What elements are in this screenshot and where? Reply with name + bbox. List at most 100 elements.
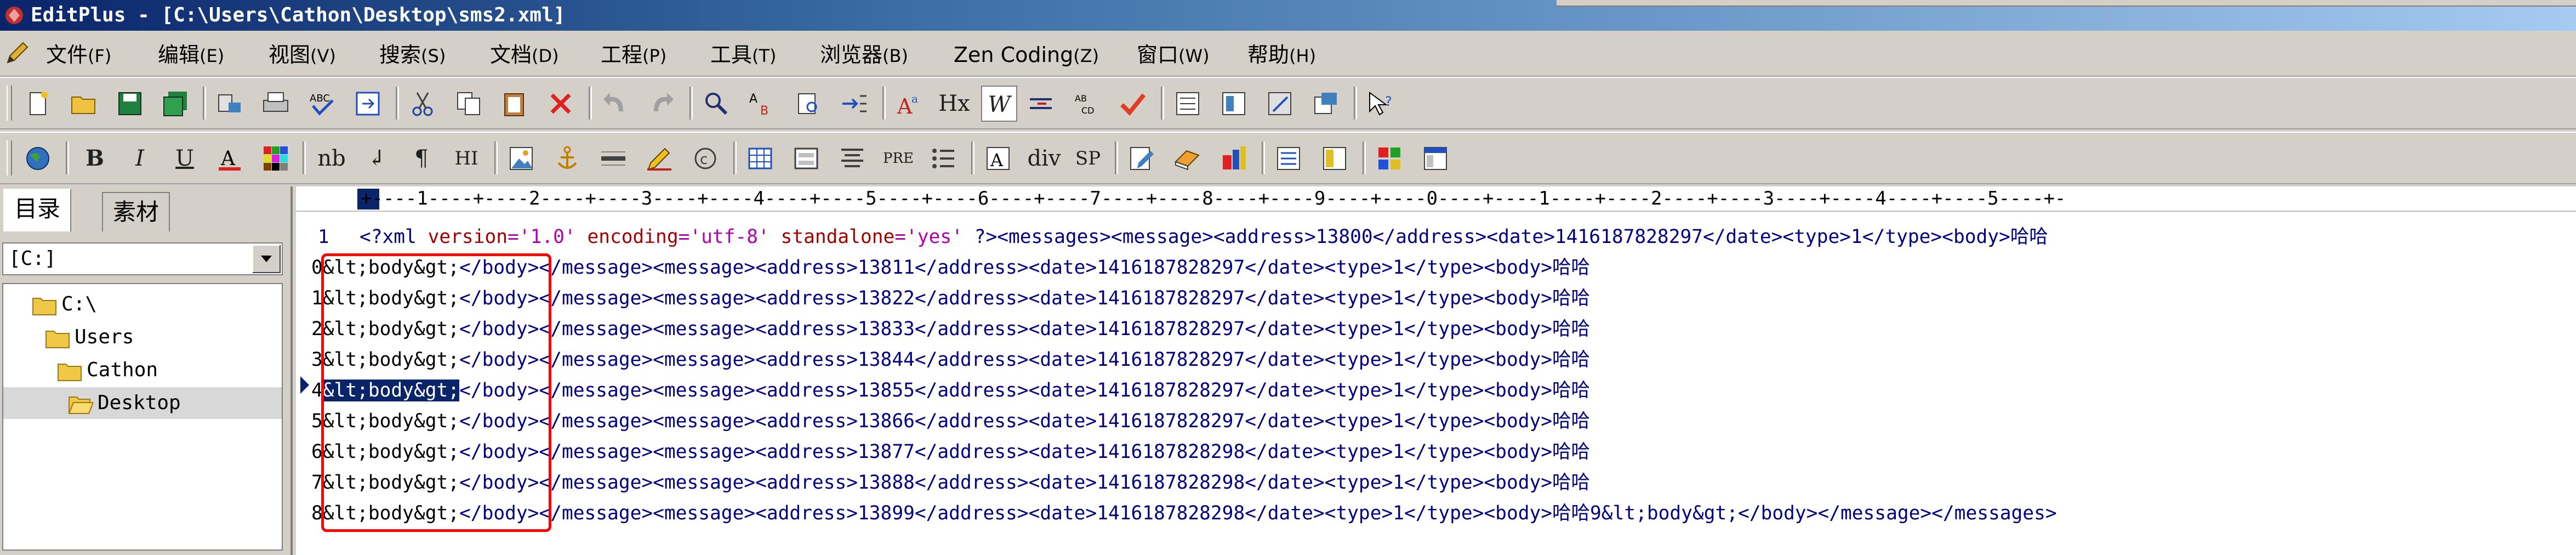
dropdown-arrow[interactable]	[252, 245, 281, 273]
menu-document[interactable]: 文档(D)	[490, 37, 559, 72]
directory-window-button[interactable]	[1170, 86, 1206, 122]
goto-line-button[interactable]	[836, 86, 873, 122]
horizontal-rule-button[interactable]	[595, 140, 631, 177]
redo-button[interactable]	[643, 86, 680, 122]
code-line[interactable]: 1&lt;body&gt;</body></message><message><…	[311, 283, 1590, 314]
word-wrap-button[interactable]: W	[981, 86, 1017, 122]
svg-text:A: A	[749, 92, 757, 106]
find-in-files-button[interactable]	[790, 86, 827, 122]
menu-zen-coding[interactable]: Zen Coding(Z)	[954, 37, 1099, 72]
floppy-icon	[118, 92, 141, 115]
copy-button[interactable]	[451, 86, 487, 122]
html-toolbar-button[interactable]	[1170, 140, 1206, 177]
code-line[interactable]: 3&lt;body&gt;</body></message><message><…	[311, 344, 1590, 375]
menu-window[interactable]: 窗口(W)	[1137, 37, 1210, 72]
spell-check-button[interactable]: ABC	[304, 86, 340, 122]
attribute-button[interactable]: A	[980, 140, 1016, 177]
tree-item-c-drive[interactable]: C:\	[32, 288, 97, 320]
menu-browser[interactable]: 浏览器(B)	[820, 37, 908, 72]
copyright-button[interactable]: c	[687, 140, 723, 177]
browser-button[interactable]	[20, 140, 56, 177]
align-button[interactable]	[834, 140, 870, 177]
window-list-button[interactable]	[1417, 140, 1454, 177]
tab-directory[interactable]: 目录	[3, 189, 72, 231]
code-line[interactable]: 0&lt;body&gt;</body></message><message><…	[311, 252, 1590, 283]
code-line[interactable]: 7&lt;body&gt;</body></message><message><…	[311, 467, 1590, 498]
paste-button[interactable]	[497, 86, 533, 122]
menu-search[interactable]: 搜索(S)	[379, 37, 446, 72]
font-color-button[interactable]: A	[212, 140, 248, 177]
span-button[interactable]: SP	[1070, 140, 1106, 177]
comment-button[interactable]	[641, 140, 677, 177]
pre-button[interactable]: PRE	[879, 140, 917, 177]
print-button[interactable]	[258, 86, 294, 122]
cut-button[interactable]	[404, 86, 441, 122]
replace-button[interactable]: AB	[744, 86, 780, 122]
fullscreen-button[interactable]	[1308, 86, 1344, 122]
help-button[interactable]: ?	[1363, 86, 1399, 122]
font-button[interactable]: Aa	[891, 86, 927, 122]
open-file-button[interactable]	[66, 86, 102, 122]
line-number-button[interactable]	[1023, 86, 1059, 122]
menu-project[interactable]: 工程(P)	[601, 37, 666, 72]
browser-preview-button[interactable]	[350, 86, 386, 122]
output-window-button[interactable]	[1262, 86, 1298, 122]
globe-icon	[26, 147, 49, 170]
document-selector-button[interactable]	[1270, 140, 1307, 177]
menu-file[interactable]: 文件(F)	[46, 37, 111, 72]
code-line[interactable]: 8&lt;body&gt;</body></message><message><…	[311, 498, 2057, 529]
text-selection[interactable]: &lt;body&gt;	[322, 380, 460, 401]
svg-text:A: A	[220, 148, 236, 170]
div-button[interactable]: div	[1025, 140, 1063, 177]
menu-tools[interactable]: 工具(T)	[710, 37, 777, 72]
editor-area[interactable]: +----1----+----2----+----3----+----4----…	[296, 186, 2576, 555]
code-line-current[interactable]: 4&lt;body&gt;</body></message><message><…	[311, 375, 1590, 406]
tree-item-users[interactable]: Users	[45, 321, 134, 353]
save-button[interactable]	[112, 86, 148, 122]
paragraph-button[interactable]: ¶	[403, 140, 440, 177]
save-all-button[interactable]	[158, 86, 194, 122]
edit-tag-button[interactable]	[1124, 140, 1160, 177]
underline-button[interactable]: U	[167, 140, 203, 177]
italic-button[interactable]: I	[122, 140, 158, 177]
code-line[interactable]: 6&lt;body&gt;</body></message><message><…	[311, 437, 1590, 467]
ftp-upload-button[interactable]	[212, 86, 248, 122]
toolbar-grip[interactable]	[7, 140, 12, 175]
table-button[interactable]	[742, 140, 778, 177]
undo-button[interactable]	[597, 86, 634, 122]
code-line[interactable]: 2&lt;body&gt;</body></message><message><…	[311, 314, 1590, 344]
form-button[interactable]	[788, 140, 824, 177]
hx-button[interactable]: Hx	[936, 86, 972, 122]
javascript-button[interactable]	[1216, 140, 1252, 177]
toolbar-grip[interactable]	[7, 86, 12, 121]
menu-help[interactable]: 帮助(H)	[1247, 37, 1316, 72]
fullscreen-icon	[1314, 93, 1337, 114]
new-file-button[interactable]	[20, 86, 56, 122]
nbsp-button[interactable]: nb	[314, 140, 350, 177]
user-tool-button[interactable]	[1371, 140, 1407, 177]
code-line[interactable]: 5&lt;body&gt;</body></message><message><…	[311, 406, 1590, 437]
tree-item-cathon[interactable]: Cathon	[57, 354, 158, 386]
title-bar[interactable]: EditPlus - [C:\Users\Cathon\Desktop\sms2…	[0, 0, 2576, 31]
color-picker-button[interactable]	[258, 140, 294, 177]
code-line[interactable]: <?xml version='1.0' encoding='utf-8' sta…	[360, 222, 2048, 252]
align-icon	[841, 149, 863, 167]
image-button[interactable]	[503, 140, 539, 177]
heading-button[interactable]: HI	[448, 140, 485, 177]
split-window-button[interactable]	[1317, 140, 1353, 177]
delete-button[interactable]	[543, 86, 579, 122]
menu-view[interactable]: 视图(V)	[269, 37, 336, 72]
anchor-button[interactable]	[549, 140, 585, 177]
checkmark-button[interactable]	[1115, 86, 1151, 122]
new-file-icon	[30, 92, 48, 115]
abcd-button[interactable]: AB CD	[1069, 86, 1105, 122]
tree-item-desktop[interactable]: Desktop	[3, 387, 282, 419]
find-button[interactable]	[698, 86, 734, 122]
menu-edit[interactable]: 编辑(E)	[158, 37, 224, 72]
cliptext-window-button[interactable]	[1216, 86, 1252, 122]
list-button[interactable]	[925, 140, 961, 177]
line-break-button[interactable]: ↲	[358, 140, 395, 177]
tab-cliptext[interactable]: 素材	[102, 192, 170, 231]
drive-select[interactable]: [C:]	[2, 242, 283, 275]
bold-button[interactable]: B	[77, 140, 113, 177]
